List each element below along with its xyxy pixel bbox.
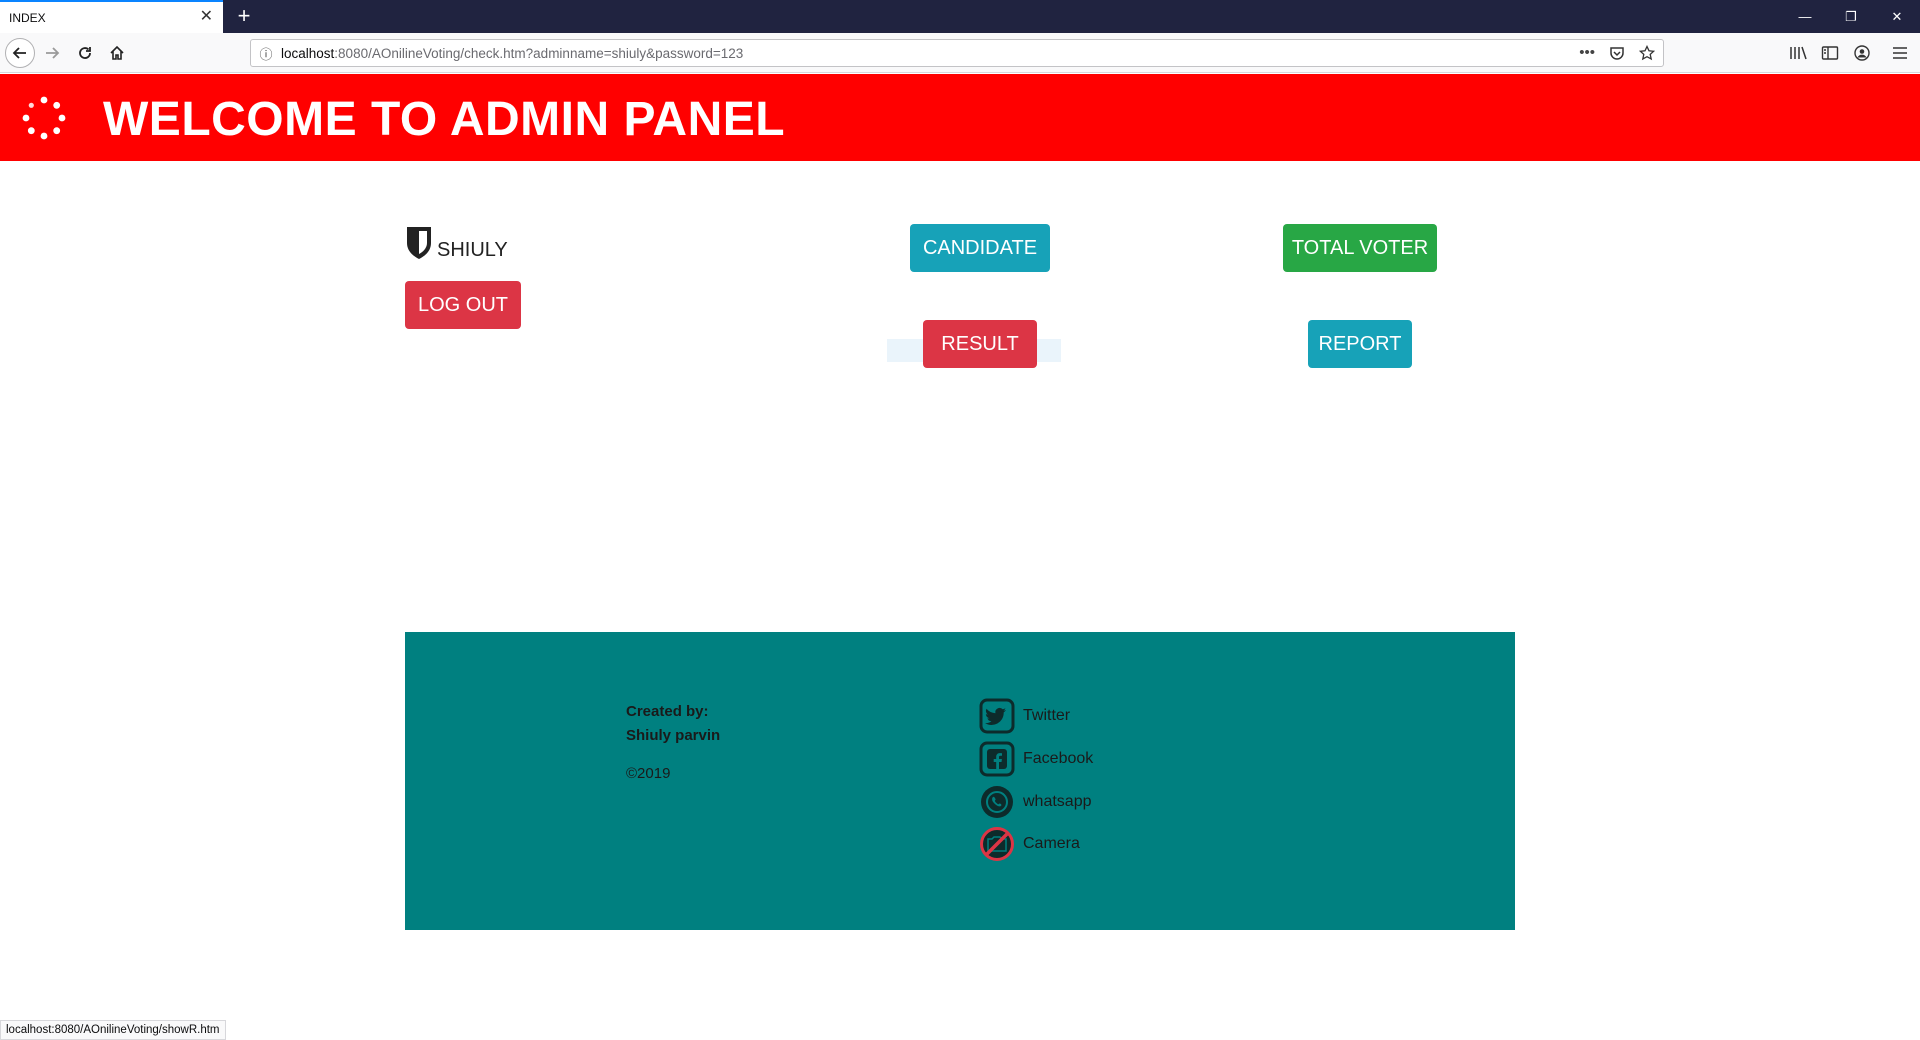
twitter-label: Twitter [1023,707,1071,724]
page-title: WELCOME TO ADMIN PANEL [103,93,786,146]
facebook-label: Facebook [1023,750,1094,767]
social-link-facebook[interactable]: Facebook [979,741,1093,777]
candidate-button[interactable]: CANDIDATE [910,224,1050,272]
page-header: WELCOME TO ADMIN PANEL [0,74,1920,161]
forward-button[interactable] [37,38,67,68]
reload-icon [79,47,91,59]
camera-off-icon [980,827,1014,861]
reload-button[interactable] [70,38,100,68]
author-name: Shiuly parvin [626,727,721,744]
restore-icon[interactable]: ❐ [1828,0,1874,33]
url-text: localhost:8080/AOnilineVoting/check.htm?… [281,45,744,61]
copyright: ©2019 [626,765,671,782]
user-info: SHIULY [405,225,508,261]
camera-label: Camera [1023,835,1080,852]
address-bar[interactable]: ⓘ localhost:8080/AOnilineVoting/check.ht… [250,39,1664,67]
menu-icon[interactable] [1891,45,1909,61]
browser-nav-bar: ⓘ localhost:8080/AOnilineVoting/check.ht… [0,33,1920,73]
home-icon [110,45,124,60]
sidebar-icon[interactable] [1821,45,1839,61]
credit-block: Created by: Shiuly parvin [626,700,720,748]
window-close-icon[interactable]: ✕ [1874,0,1920,33]
account-icon[interactable] [1853,45,1871,61]
shield-icon [407,227,431,259]
browser-tab-bar: INDEX ✕ + — ❐ ✕ [0,0,1920,33]
social-link-camera[interactable]: Camera [979,826,1080,862]
page-actions-icon[interactable]: ••• [1579,44,1595,61]
pocket-icon[interactable] [1609,45,1625,61]
home-button[interactable] [102,38,132,68]
created-by-label: Created by: [626,703,709,720]
minimize-icon[interactable]: — [1782,0,1828,33]
facebook-icon [979,741,1015,777]
whatsapp-label: whatsapp [1023,793,1092,810]
new-tab-icon[interactable]: + [232,3,256,29]
twitter-icon [979,698,1015,734]
social-link-twitter[interactable]: Twitter [979,698,1070,734]
social-link-whatsapp[interactable]: whatsapp [979,784,1092,820]
back-arrow-icon [12,47,26,59]
logout-button[interactable]: LOG OUT [405,281,521,329]
footer: Created by: Shiuly parvin ©2019 Twitter … [405,632,1515,930]
whatsapp-icon [981,786,1013,818]
user-name: SHIULY [437,239,508,261]
tab-title: INDEX [9,10,46,25]
site-info-icon[interactable]: ⓘ [251,44,281,63]
back-button[interactable] [5,38,35,68]
status-bar-url: localhost:8080/AOnilineVoting/showR.htm [0,1020,226,1040]
close-tab-icon[interactable]: ✕ [200,8,213,26]
result-button[interactable]: RESULT [923,320,1037,368]
spinner-icon [22,96,66,140]
browser-tab[interactable]: INDEX ✕ [0,0,223,33]
bookmark-star-icon[interactable] [1639,44,1655,61]
forward-arrow-icon [46,47,60,59]
report-button[interactable]: REPORT [1308,320,1412,368]
library-icon[interactable] [1789,45,1807,61]
total-voter-button[interactable]: TOTAL VOTER [1283,224,1437,272]
